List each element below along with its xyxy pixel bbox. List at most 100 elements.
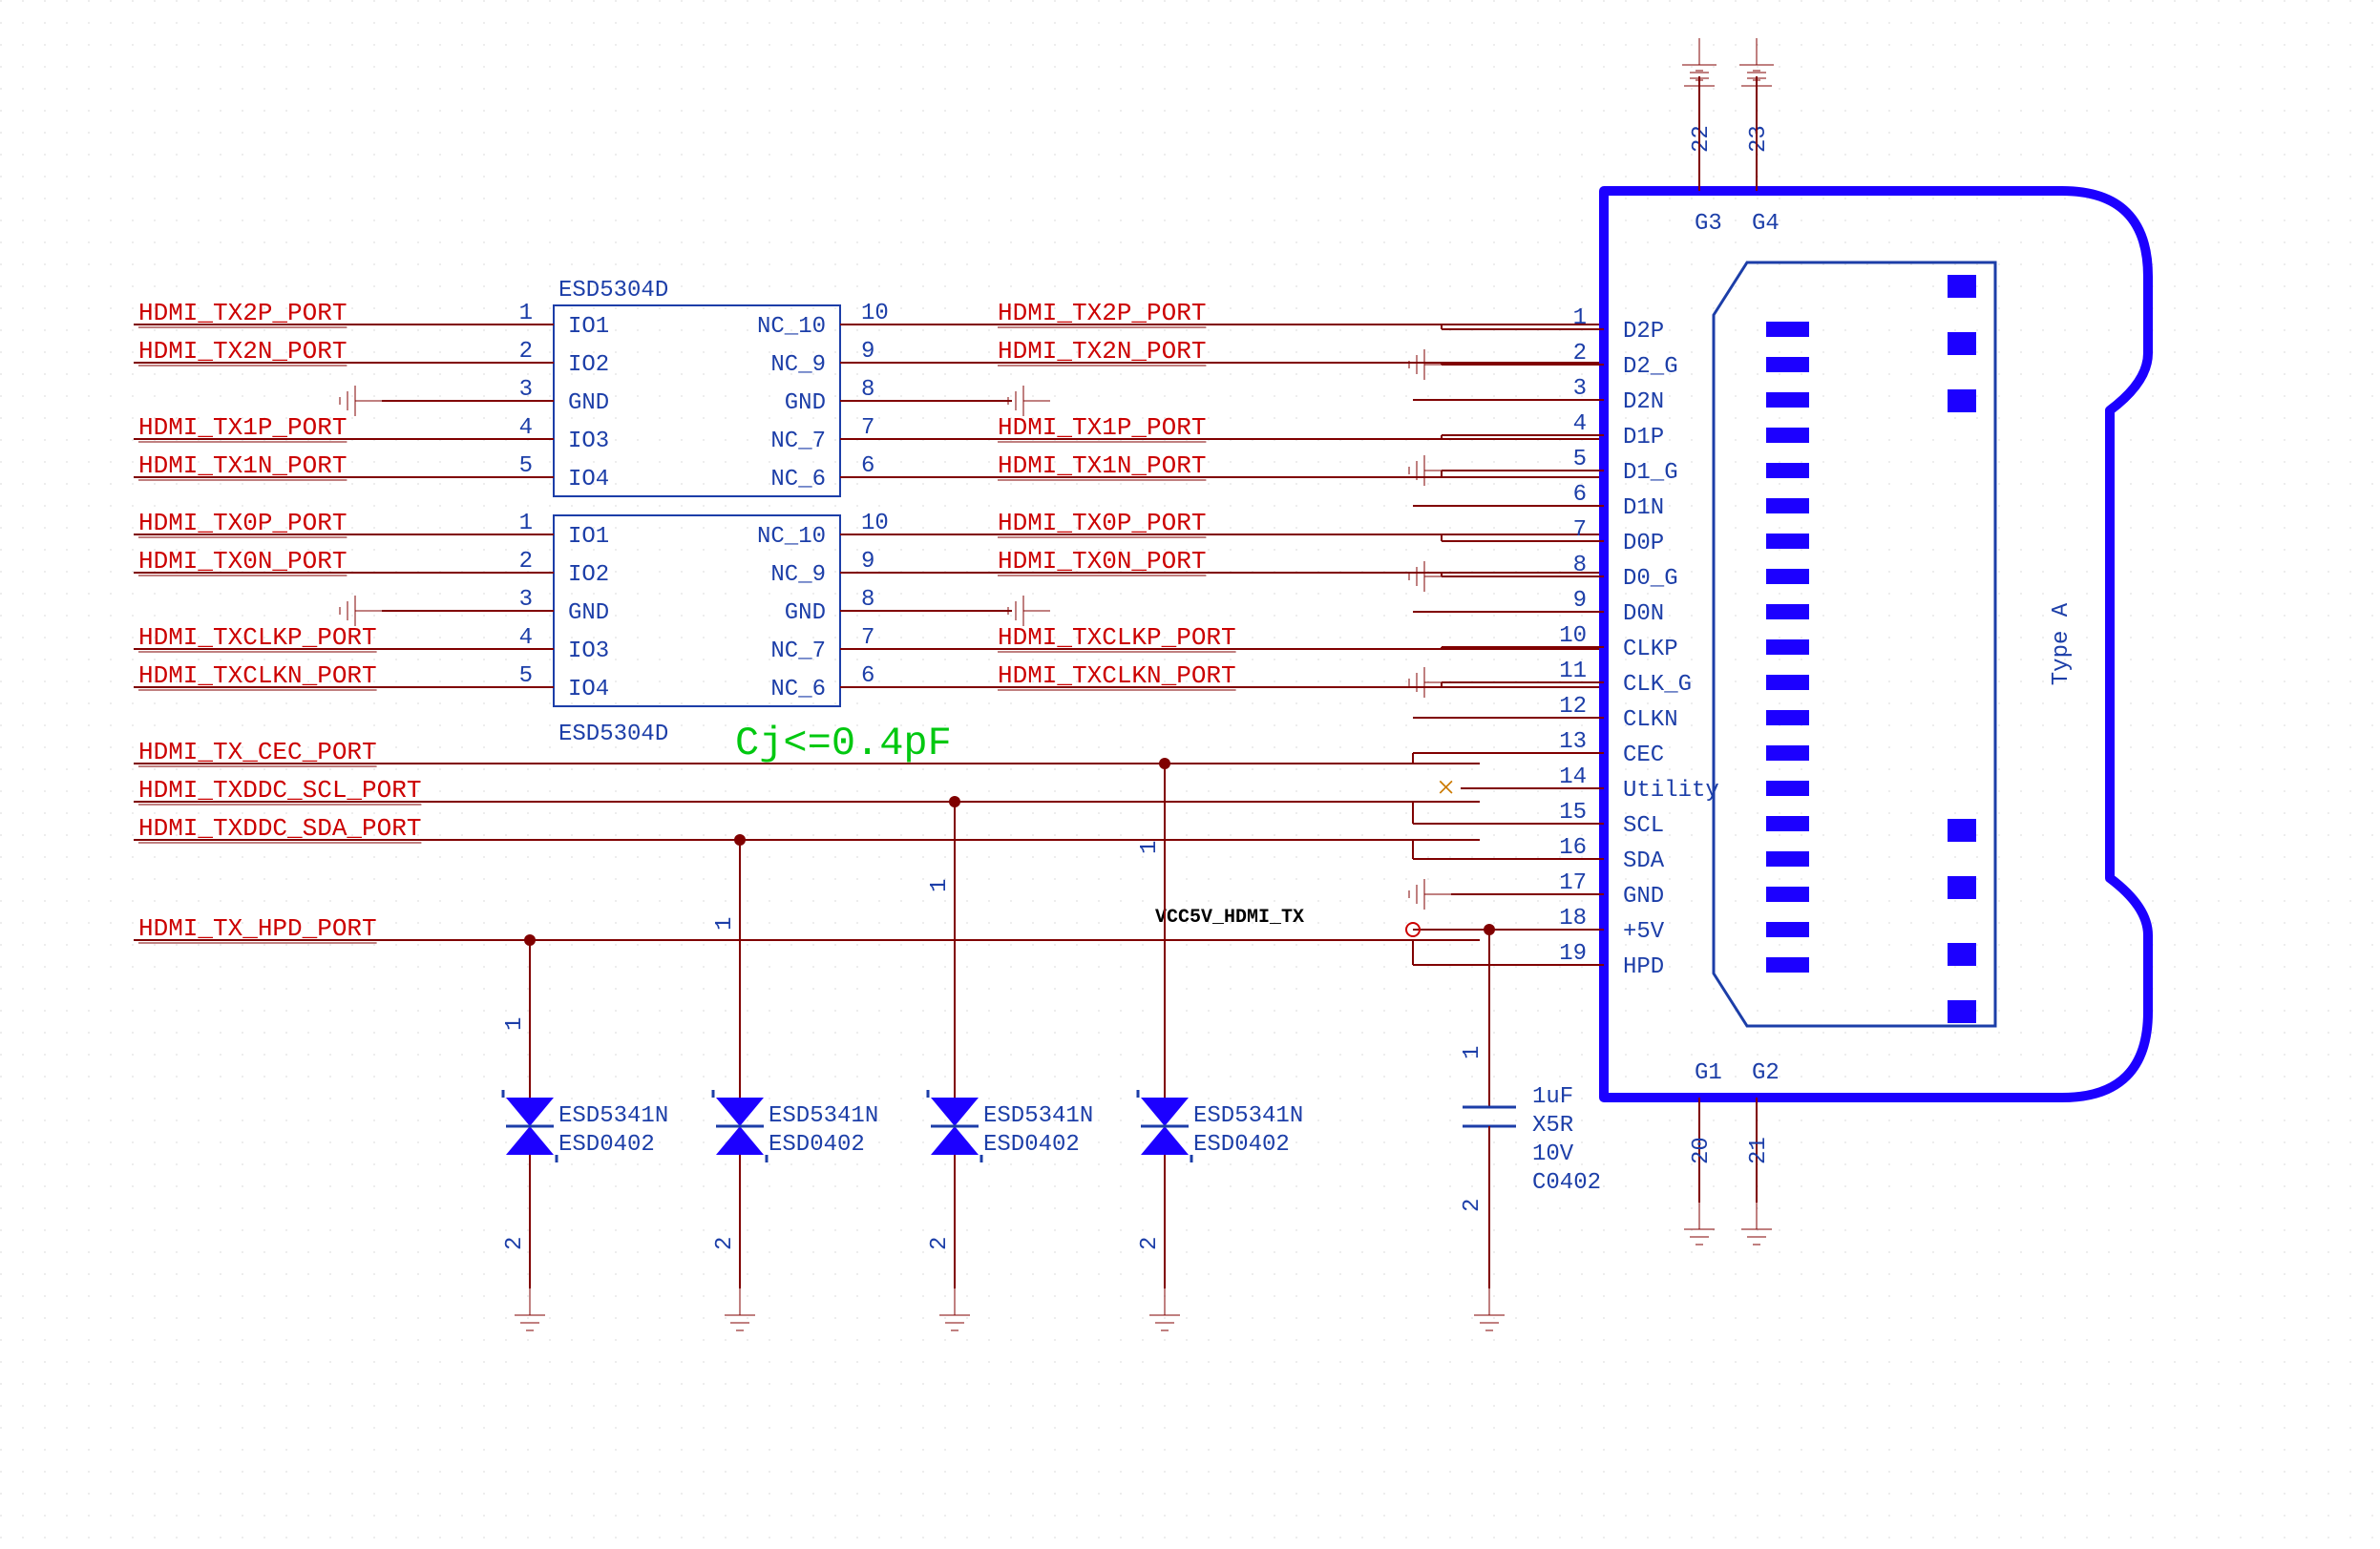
svg-text:7: 7	[861, 415, 874, 441]
cap-package: C0402	[1532, 1170, 1601, 1196]
svg-text:IO3: IO3	[568, 638, 609, 664]
svg-text:5: 5	[519, 663, 533, 689]
net-label: HDMI_TXDDC_SDA_PORT	[138, 814, 421, 843]
svg-text:NC_6: NC_6	[770, 467, 826, 492]
svg-text:14: 14	[1559, 764, 1587, 790]
svg-text:17: 17	[1559, 870, 1587, 896]
tvs-part: ESD5341N	[558, 1103, 668, 1129]
svg-text:11: 11	[1559, 659, 1587, 684]
svg-text:9: 9	[861, 549, 874, 575]
svg-text:2: 2	[1460, 1199, 1485, 1212]
svg-text:2: 2	[927, 1237, 953, 1250]
svg-text:1: 1	[502, 1017, 528, 1031]
svg-text:19: 19	[1559, 941, 1587, 967]
svg-text:15: 15	[1559, 800, 1587, 826]
svg-text:13: 13	[1559, 729, 1587, 755]
svg-text:2: 2	[502, 1237, 528, 1250]
svg-text:6: 6	[861, 663, 874, 689]
svg-text:6: 6	[1573, 482, 1587, 508]
svg-text:IO4: IO4	[568, 677, 609, 702]
tvs-part: ESD5341N	[769, 1103, 878, 1129]
svg-text:6: 6	[861, 453, 874, 479]
svg-text:4: 4	[519, 625, 533, 651]
svg-text:9: 9	[861, 339, 874, 365]
connector-pin-label: CLK_G	[1623, 672, 1692, 698]
connector-pin-label: D2P	[1623, 319, 1664, 345]
svg-text:2: 2	[1573, 341, 1587, 366]
connector-pin-label: D0N	[1623, 601, 1664, 627]
svg-text:8: 8	[861, 587, 874, 613]
svg-text:5: 5	[1573, 447, 1587, 472]
schematic-canvas: HDMI_TX2P_PORT HDMI_TX2N_PORT HDMI_TX1P_PO…	[0, 0, 2380, 1549]
svg-text:1: 1	[712, 917, 738, 931]
net-label: HDMI_TX0P_PORT	[998, 509, 1206, 537]
svg-text:21: 21	[1746, 1137, 1772, 1164]
svg-text:20: 20	[1689, 1137, 1715, 1164]
net-label: HDMI_TX2N_PORT	[998, 337, 1206, 366]
svg-text:10: 10	[1559, 623, 1587, 649]
power-net-label: VCC5V_HDMI_TX	[1155, 907, 1304, 929]
svg-text:IO1: IO1	[568, 524, 609, 550]
net-label: HDMI_TX1N_PORT	[138, 451, 347, 480]
svg-text:IO2: IO2	[568, 352, 609, 378]
tvs-package: ESD0402	[983, 1132, 1080, 1158]
svg-text:NC_10: NC_10	[757, 524, 826, 550]
annotation-cj: Cj<=0.4pF	[735, 721, 952, 766]
svg-text:23: 23	[1746, 125, 1772, 153]
svg-text:4: 4	[1573, 411, 1587, 437]
svg-text:IO4: IO4	[568, 467, 609, 492]
net-label: HDMI_TX0P_PORT	[138, 509, 347, 537]
svg-text:IO1: IO1	[568, 314, 609, 340]
connector-pin-label: GND	[1623, 884, 1664, 910]
svg-text:2: 2	[712, 1237, 738, 1250]
net-label: HDMI_TXCLKN_PORT	[998, 661, 1236, 690]
svg-text:1: 1	[519, 301, 533, 326]
connector-pin-label: CLKN	[1623, 707, 1678, 733]
svg-text:12: 12	[1559, 694, 1587, 720]
esd-bottom-label: ESD5304D	[558, 722, 668, 747]
svg-text:NC_9: NC_9	[770, 352, 826, 378]
svg-text:NC_9: NC_9	[770, 562, 826, 588]
svg-text:G4: G4	[1752, 211, 1780, 237]
svg-text:8: 8	[861, 377, 874, 403]
svg-text:10V: 10V	[1532, 1141, 1574, 1167]
net-label: HDMI_TX1P_PORT	[998, 413, 1206, 442]
connector-pin-label: D1P	[1623, 425, 1664, 450]
connector-pin-label: D2_G	[1623, 354, 1678, 380]
svg-text:1: 1	[1460, 1046, 1485, 1059]
svg-text:8: 8	[1573, 553, 1587, 578]
svg-text:IO2: IO2	[568, 562, 609, 588]
connector-pin-label: Utility	[1623, 778, 1719, 804]
net-label: HDMI_TX2P_PORT	[138, 299, 347, 327]
svg-text:5: 5	[519, 453, 533, 479]
svg-text:GND: GND	[568, 390, 609, 416]
svg-text:9: 9	[1573, 588, 1587, 614]
svg-text:GND: GND	[785, 600, 826, 626]
net-label: HDMI_TXCLKP_PORT	[998, 623, 1236, 652]
net-label: HDMI_TX2P_PORT	[998, 299, 1206, 327]
connector-pin-label: +5V	[1623, 919, 1665, 945]
svg-text:G1: G1	[1695, 1060, 1722, 1086]
net-label: HDMI_TX2N_PORT	[138, 337, 347, 366]
cap-value: 1uF	[1532, 1084, 1573, 1110]
net-label: HDMI_TX_CEC_PORT	[138, 738, 377, 766]
net-label: HDMI_TXCLKN_PORT	[138, 661, 377, 690]
svg-text:16: 16	[1559, 835, 1587, 861]
tvs-package: ESD0402	[558, 1132, 655, 1158]
svg-text:NC_6: NC_6	[770, 677, 826, 702]
connector-pin-label: SDA	[1623, 848, 1665, 874]
svg-text:1: 1	[1137, 841, 1163, 854]
net-label: HDMI_TX0N_PORT	[998, 547, 1206, 576]
connector-type-label: Type A	[2049, 602, 2075, 685]
svg-text:3: 3	[519, 587, 533, 613]
svg-text:GND: GND	[568, 600, 609, 626]
svg-text:22: 22	[1689, 125, 1715, 153]
no-connect-marker: ×	[1437, 770, 1455, 806]
net-label: HDMI_TXDDC_SCL_PORT	[138, 776, 421, 805]
net-label: HDMI_TX0N_PORT	[138, 547, 347, 576]
svg-text:X5R: X5R	[1532, 1113, 1573, 1139]
svg-text:IO3: IO3	[568, 429, 609, 454]
connector-pin-label: CLKP	[1623, 637, 1678, 662]
svg-text:2: 2	[519, 339, 533, 365]
net-label: HDMI_TX_HPD_PORT	[138, 914, 377, 943]
